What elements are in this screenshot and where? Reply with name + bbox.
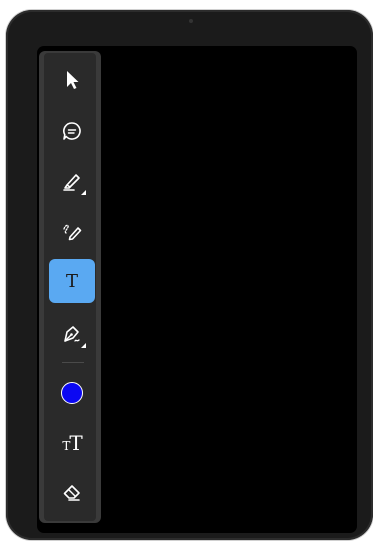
text-size-icon: TT <box>62 431 82 455</box>
tablet-device-frame: T TT <box>6 10 373 540</box>
comment-tool-button[interactable] <box>49 109 95 153</box>
canvas-screen[interactable]: T TT <box>37 46 357 533</box>
front-camera <box>189 19 193 23</box>
freehand-pen-icon <box>63 224 82 241</box>
eraser-tool-button[interactable] <box>49 470 95 514</box>
comment-bubble-icon <box>63 122 81 140</box>
signature-pen-icon <box>64 326 80 342</box>
submenu-indicator-icon <box>81 343 86 348</box>
eraser-icon <box>63 485 80 501</box>
signature-tool-button[interactable] <box>49 312 95 356</box>
freehand-tool-button[interactable] <box>49 209 95 253</box>
select-tool-button[interactable] <box>49 58 95 102</box>
highlighter-icon <box>63 174 80 191</box>
color-picker-button[interactable] <box>49 371 95 415</box>
text-size-tool-button[interactable]: TT <box>49 421 95 465</box>
pointer-arrow-icon <box>67 71 79 89</box>
toolbar-divider <box>62 362 84 363</box>
text-size-large-glyph: T <box>69 431 82 455</box>
text-tool-button[interactable]: T <box>49 259 95 303</box>
highlighter-tool-button[interactable] <box>49 159 95 203</box>
color-swatch <box>61 382 83 404</box>
text-icon: T <box>65 270 78 292</box>
submenu-indicator-icon <box>81 190 86 195</box>
